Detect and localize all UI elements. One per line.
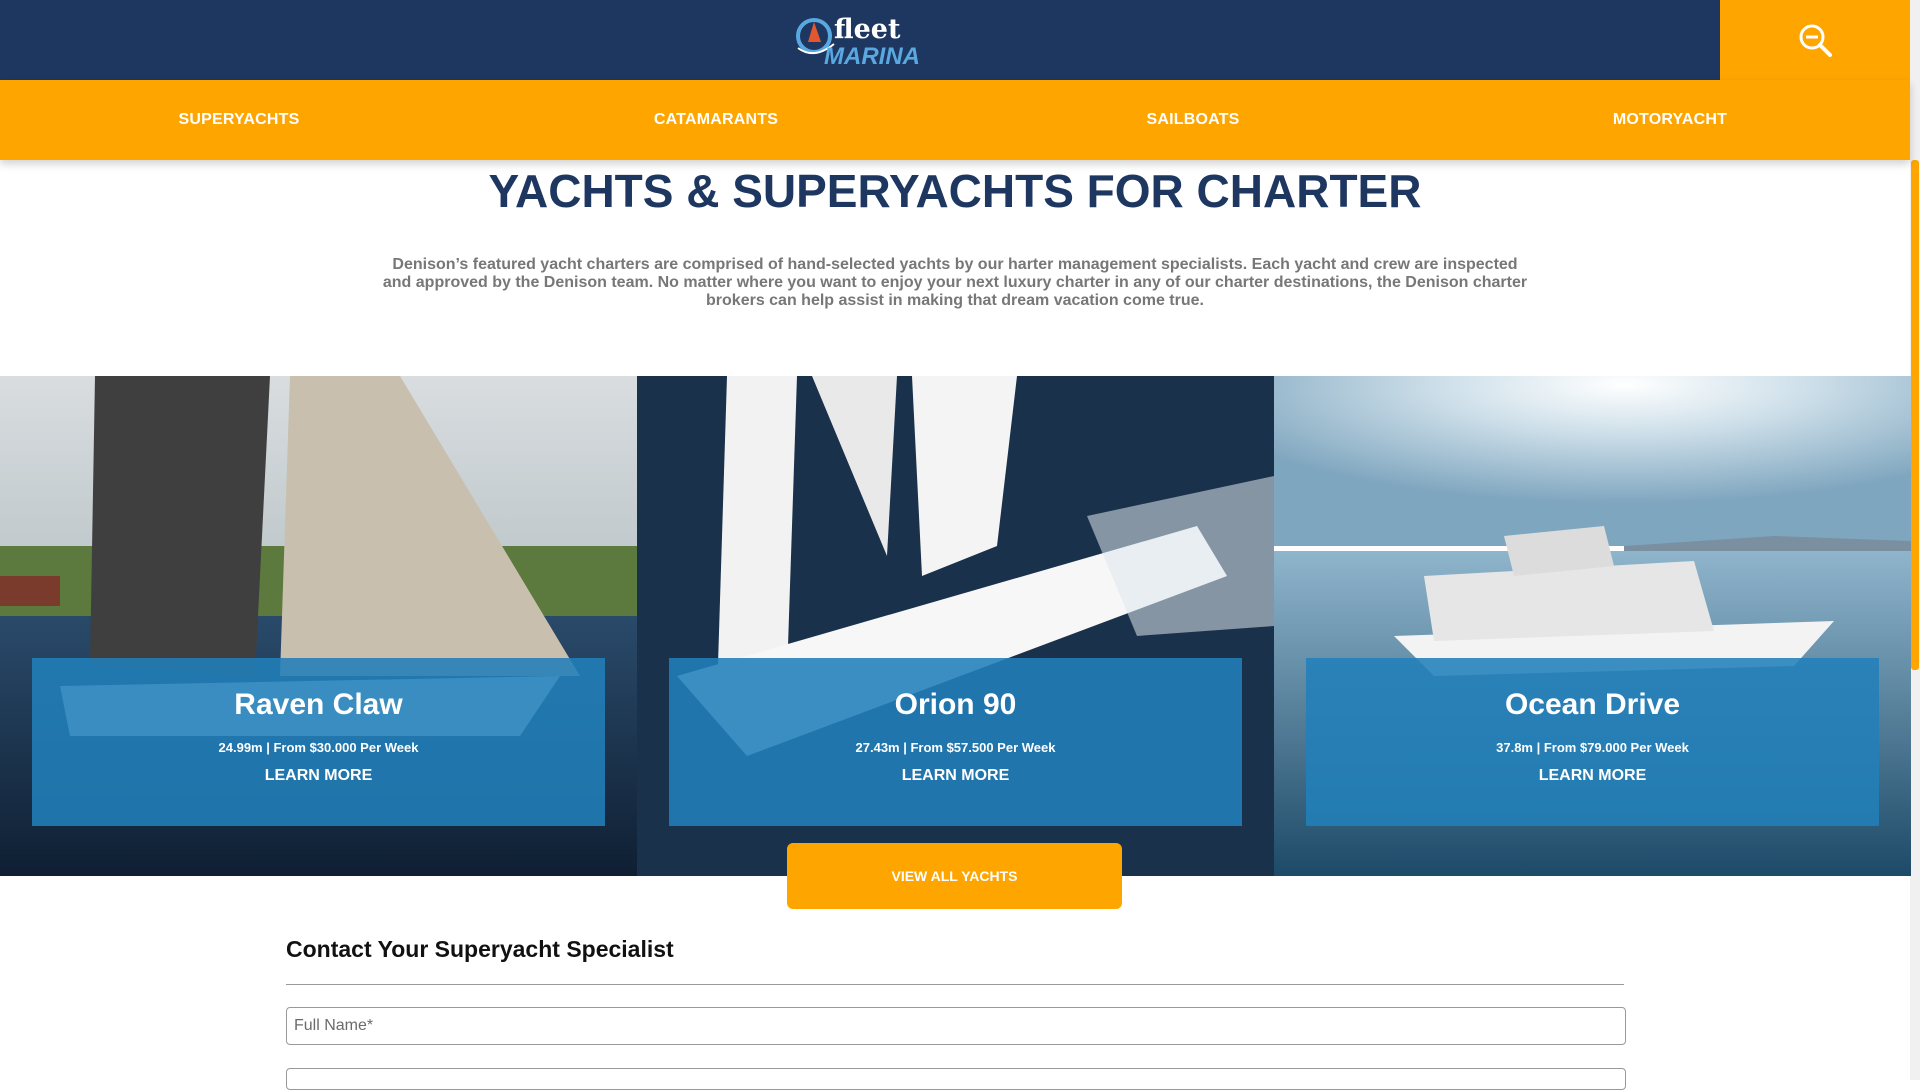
search-button[interactable] [1720, 0, 1910, 80]
intro-paragraph: Denison’s featured yacht charters are co… [382, 256, 1528, 309]
yacht-card-ocean-drive[interactable]: Ocean Drive 37.8m | From $79.000 Per Wee… [1274, 376, 1911, 876]
contact-heading: Contact Your Superyacht Specialist [286, 936, 674, 962]
nav-item-motoryacht[interactable]: MOTORYACHT [1560, 80, 1780, 160]
nav-item-superyachts[interactable]: SUPERYACHTS [129, 80, 349, 160]
fleet-marina-logo[interactable]: fleet MARINA [794, 8, 922, 72]
yacht-card-panel: Ocean Drive 37.8m | From $79.000 Per Wee… [1306, 658, 1879, 826]
yacht-details: 37.8m | From $79.000 Per Week [1496, 740, 1689, 755]
yacht-card-orion-90[interactable]: Orion 90 27.43m | From $57.500 Per Week … [637, 376, 1274, 876]
yacht-card-raven-claw[interactable]: Raven Claw 24.99m | From $30.000 Per Wee… [0, 376, 637, 876]
learn-more-link[interactable]: LEARN MORE [32, 767, 605, 785]
page-title: YACHTS & SUPERYACHTS FOR CHARTER [488, 165, 1422, 217]
nav-item-sailboats[interactable]: SAILBOATS [1083, 80, 1303, 160]
logo-emblem: fleet MARINA [796, 14, 920, 70]
category-nav: SUPERYACHTS CATAMARANTS SAILBOATS MOTORY… [0, 80, 1910, 160]
learn-more-link[interactable]: LEARN MORE [1306, 767, 1879, 785]
yacht-cards: Raven Claw 24.99m | From $30.000 Per Wee… [0, 376, 1911, 876]
next-form-field[interactable] [286, 1068, 1626, 1090]
search-icon [1799, 24, 1832, 57]
full-name-field[interactable] [286, 1007, 1626, 1045]
nav-item-catamarants[interactable]: CATAMARANTS [606, 80, 826, 160]
logo-text-fleet: fleet [834, 14, 901, 45]
top-header: fleet MARINA [0, 0, 1720, 80]
yacht-card-panel: Raven Claw 24.99m | From $30.000 Per Wee… [32, 658, 605, 826]
scrollbar-thumb[interactable] [1911, 160, 1919, 670]
view-all-yachts-button[interactable]: VIEW ALL YACHTS [787, 843, 1122, 909]
contact-divider [286, 984, 1624, 985]
yacht-name: Orion 90 [894, 688, 1017, 721]
yacht-card-panel: Orion 90 27.43m | From $57.500 Per Week … [669, 658, 1242, 826]
yacht-details: 24.99m | From $30.000 Per Week [218, 740, 419, 755]
learn-more-link[interactable]: LEARN MORE [669, 767, 1242, 785]
yacht-details: 27.43m | From $57.500 Per Week [855, 740, 1056, 755]
yacht-name: Ocean Drive [1504, 688, 1681, 721]
yacht-name: Raven Claw [234, 688, 403, 721]
logo-text-marina: MARINA [824, 43, 920, 70]
